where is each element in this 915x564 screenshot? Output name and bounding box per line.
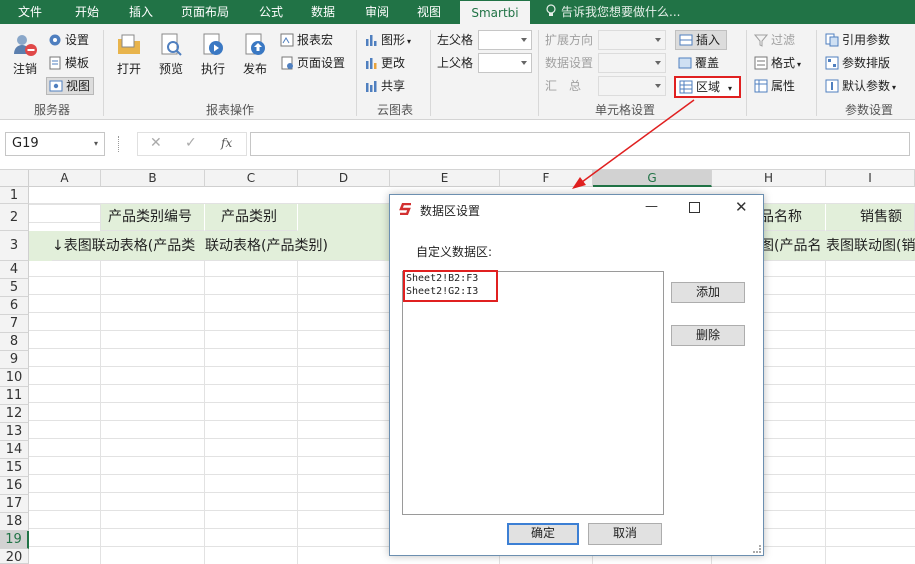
add-button[interactable]: 添加 bbox=[671, 282, 745, 303]
custom-region-label: 自定义数据区: bbox=[416, 245, 493, 259]
resize-grip[interactable] bbox=[753, 545, 761, 553]
dialog-title-bar[interactable]: 数据区设置 — ✕ bbox=[390, 195, 763, 223]
dialog-title: 数据区设置 bbox=[420, 204, 481, 218]
region-item[interactable]: Sheet2!G2:I3 bbox=[406, 285, 478, 298]
region-item[interactable]: Sheet2!B2:F3 bbox=[406, 272, 478, 285]
delete-button[interactable]: 删除 bbox=[671, 325, 745, 346]
ok-button[interactable]: 确定 bbox=[507, 523, 579, 545]
maximize-icon[interactable] bbox=[689, 202, 700, 213]
smartbi-logo-icon bbox=[399, 203, 411, 215]
close-icon[interactable]: ✕ bbox=[735, 198, 748, 216]
cancel-button[interactable]: 取消 bbox=[588, 523, 662, 545]
region-list[interactable]: Sheet2!B2:F3 Sheet2!G2:I3 bbox=[402, 270, 664, 515]
data-region-dialog: 数据区设置 — ✕ 自定义数据区: Sheet2!B2:F3 Sheet2!G2… bbox=[389, 194, 764, 556]
minimize-icon[interactable]: — bbox=[645, 199, 658, 214]
